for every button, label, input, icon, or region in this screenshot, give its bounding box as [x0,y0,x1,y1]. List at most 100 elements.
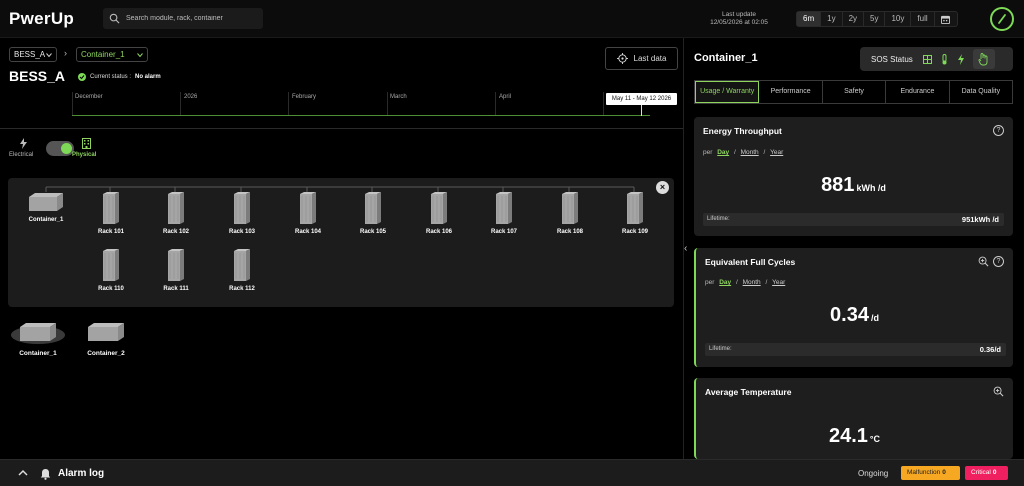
timeline-tick [387,92,388,116]
tab-performance[interactable]: Performance [759,81,823,103]
period-month[interactable]: Month [741,149,759,156]
status-ok-icon [78,73,86,81]
sos-status-bar: SOS Status [860,47,1013,71]
container-2-label: Container_2 [87,350,125,357]
view-toggle: Electrical Physical [9,138,109,168]
period-day[interactable]: Day [717,149,729,156]
rack-node[interactable]: Rack 105 [357,191,389,235]
metric-unit: kWh /d [856,183,886,193]
container-node[interactable]: Container_1 [25,191,67,223]
detail-title: Container_1 [694,52,758,64]
range-2y[interactable]: 2y [843,12,865,26]
timeline-track [72,115,650,116]
alarm-log-bar[interactable]: Alarm log Ongoing Malfunction 0 Critical 0 [0,459,1024,486]
rack-node[interactable]: Rack 107 [488,191,520,235]
period-year[interactable]: Year [772,279,785,286]
card-title: Equivalent Full Cycles [705,257,796,267]
zoom-in-icon[interactable] [978,256,989,267]
rack-label: Rack 103 [228,229,256,235]
hand-icon [978,52,988,65]
timeline-label-april: April [499,94,512,100]
thermometer-icon[interactable] [941,53,948,65]
powerup-logo[interactable]: PwerUp [9,9,74,29]
range-full[interactable]: full [911,12,935,26]
calendar-button[interactable] [935,12,957,26]
rack-icon [496,192,512,224]
toggle-electrical-label[interactable]: Electrical [9,152,33,158]
status-value: No alarm [135,74,161,80]
period-day[interactable]: Day [719,279,731,286]
search-input[interactable] [126,15,256,22]
timeline-tick [180,92,181,116]
rack-node[interactable]: Rack 103 [226,191,258,235]
container-icon [29,193,63,211]
container-1-label: Container_1 [19,350,57,357]
tab-safety[interactable]: Safety [823,81,887,103]
chevron-up-icon[interactable] [18,469,28,476]
rack-node[interactable]: Rack 112 [226,248,258,292]
grid-status-icon[interactable] [922,54,932,64]
breadcrumb-container-dropdown[interactable]: Container_1 [76,47,148,62]
container-1-node[interactable]: Container_1 [10,318,66,357]
bell-icon [40,469,51,480]
collapse-panel-chevron-icon[interactable]: ‹ [684,243,687,254]
timeline-cursor[interactable] [641,104,642,116]
rack-node[interactable]: Rack 104 [292,191,324,235]
rack-node[interactable]: Rack 101 [95,191,127,235]
container-node-label: Container_1 [28,217,64,223]
rack-label: Rack 107 [490,229,518,235]
tab-usage-warranty[interactable]: Usage / Warranty [695,81,760,103]
electrical-physical-switch[interactable] [46,141,74,156]
critical-badge[interactable]: Critical 0 [965,466,1008,480]
tab-data-quality[interactable]: Data Quality [950,81,1012,103]
malfunction-badge[interactable]: Malfunction 0 [901,466,960,480]
period-selector: per Day / Month / Year [703,149,783,156]
range-6m[interactable]: 6m [797,12,822,26]
close-panel-button[interactable]: × [656,181,669,194]
logo-text-pre: P [9,9,21,28]
timeline-range-badge: May 11 - May 12 2026 [606,93,677,105]
pen-icon [998,14,1006,24]
help-icon[interactable]: ? [993,125,1004,136]
pen-tool-button[interactable] [990,7,1014,31]
toggle-physical-label[interactable]: Physical [72,152,96,158]
range-1y[interactable]: 1y [821,12,843,26]
rack-node[interactable]: Rack 109 [619,191,651,235]
rack-icon [365,192,381,224]
period-sep: / [733,149,736,156]
logo-text-w: w [20,9,35,28]
period-year[interactable]: Year [770,149,783,156]
current-status: Current status : No alarm [78,73,161,81]
lifetime-label: Lifetime: [709,346,732,352]
timeline-label-december: December [75,94,103,100]
rack-node[interactable]: Rack 106 [423,191,455,235]
zoom-in-icon[interactable] [993,386,1004,397]
rack-node[interactable]: Rack 108 [554,191,586,235]
metric-unit: /d [870,313,879,323]
rack-label: Rack 101 [97,229,125,235]
malfunction-count: 0 [942,469,946,476]
period-month[interactable]: Month [743,279,761,286]
search-box[interactable] [103,8,263,29]
range-5y[interactable]: 5y [864,12,886,26]
range-10y[interactable]: 10y [885,12,912,26]
tab-endurance[interactable]: Endurance [886,81,950,103]
metric-number: 881 [821,174,855,196]
timeline-tick [495,92,496,116]
help-icon[interactable]: ? [993,256,1004,267]
metric-value: 24.1 °C [696,425,1013,448]
last-data-label: Last data [633,54,667,63]
lightning-status-icon[interactable] [957,53,965,65]
timeline[interactable]: December 2026 February March April May 1… [0,92,683,118]
period-sep: / [763,149,766,156]
rack-node[interactable]: Rack 110 [95,248,127,292]
container-2-node[interactable]: Container_2 [78,318,134,357]
rack-node[interactable]: Rack 102 [160,191,192,235]
metric-value: 0.34/d [696,304,1013,327]
breadcrumb-bess-dropdown[interactable]: BESS_A [9,47,57,62]
last-data-button[interactable]: Last data [605,47,678,70]
chevron-down-icon [137,53,143,58]
manual-override-button[interactable] [972,49,995,69]
calendar-icon [941,15,951,24]
rack-node[interactable]: Rack 111 [160,248,192,292]
